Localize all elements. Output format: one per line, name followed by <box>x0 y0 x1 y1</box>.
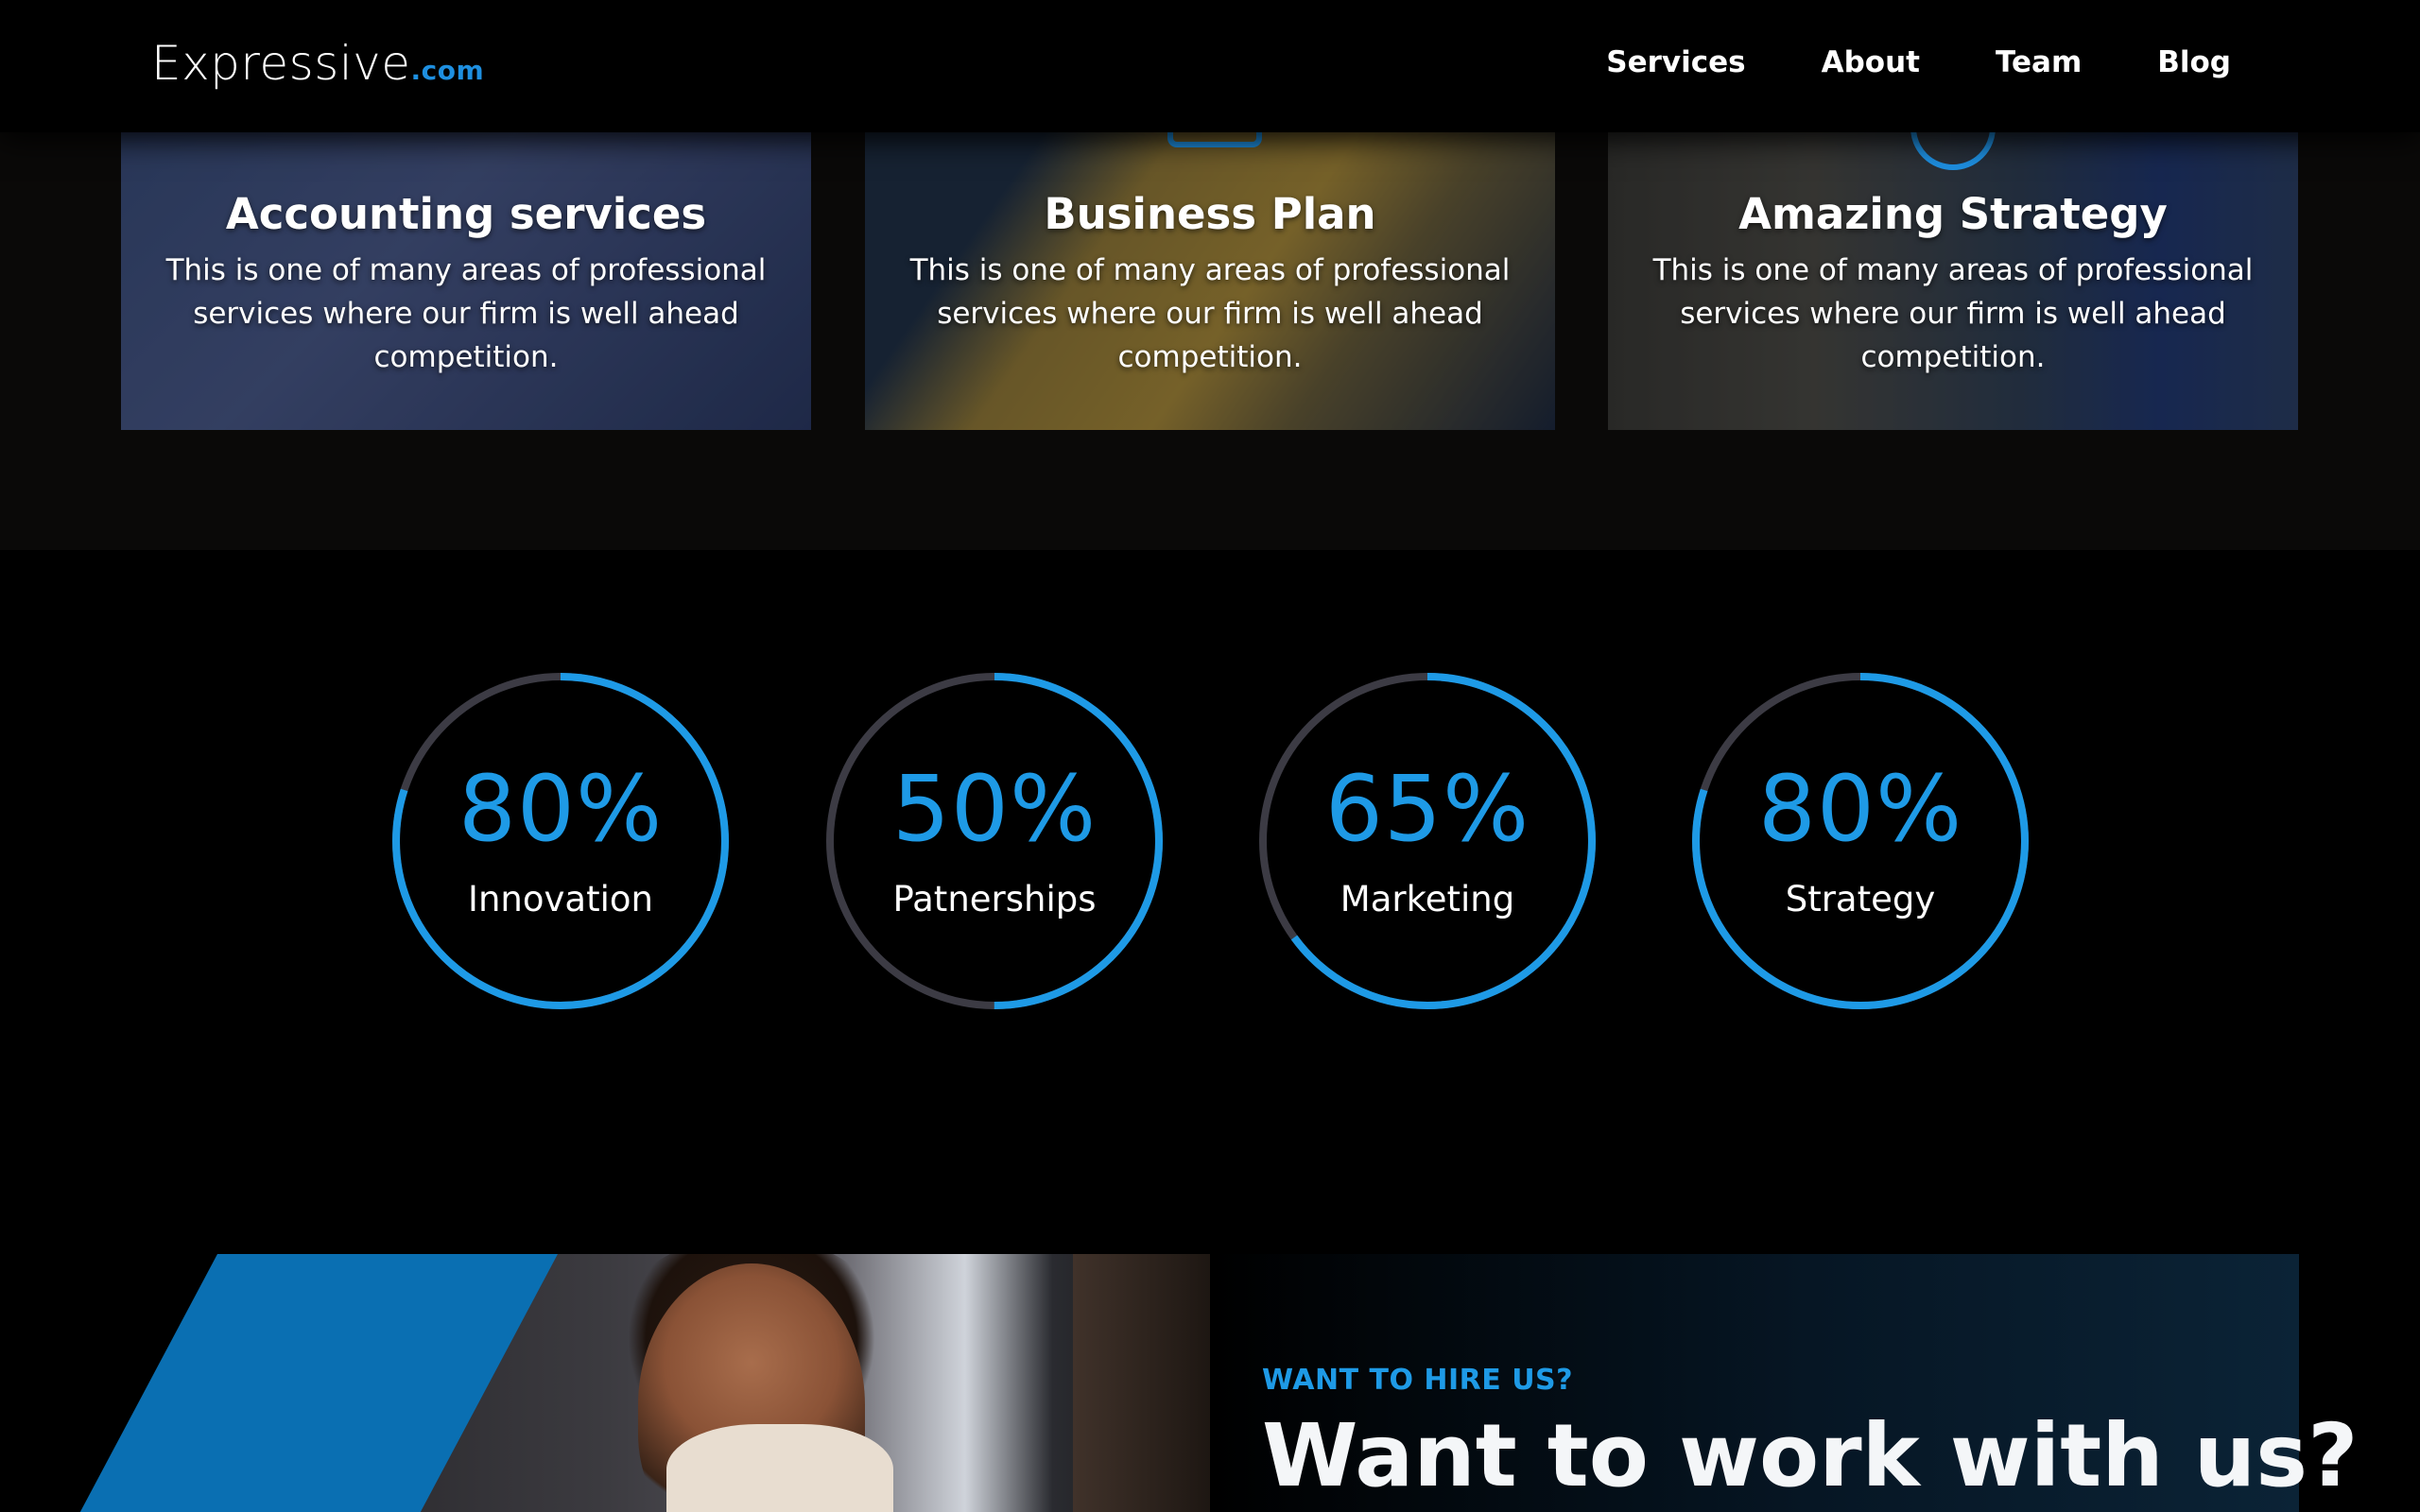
nav-link-team[interactable]: Team <box>1996 45 2082 79</box>
service-card-text: This is one of many areas of professiona… <box>165 253 767 374</box>
service-card-text: This is one of many areas of professiona… <box>909 253 1511 374</box>
stat-label: Strategy <box>1785 879 1936 919</box>
main-menu: Services About Team Blog <box>1606 45 2231 79</box>
brand-logo[interactable]: Expressive.com <box>151 36 484 91</box>
top-navbar: Expressive.com Services About Team Blog <box>0 0 2420 132</box>
brand-tld: .com <box>410 55 485 86</box>
hire-us-panel: WANT TO HIRE US? Want to work with us? <box>1210 1254 2358 1512</box>
services-section: Accounting services This is one of many … <box>0 132 2420 550</box>
stat-label: Innovation <box>468 879 653 919</box>
stat-value: 65% <box>1324 756 1530 862</box>
hire-us-eyebrow: WANT TO HIRE US? <box>1262 1364 1574 1397</box>
service-card-text: This is one of many areas of professiona… <box>1652 253 2254 374</box>
stat-label: Marketing <box>1340 879 1515 919</box>
hire-us-title: Want to work with us? <box>1262 1405 2359 1506</box>
nav-link-about[interactable]: About <box>1822 45 1920 79</box>
stat-label: Patnerships <box>892 879 1097 919</box>
service-card-accounting[interactable]: Accounting services This is one of many … <box>121 132 811 430</box>
stat-value: 80% <box>458 756 664 862</box>
stat-value: 80% <box>1757 756 1963 862</box>
service-card-business-plan[interactable]: Business Plan This is one of many areas … <box>865 132 1555 430</box>
decorative-stripe <box>79 1254 558 1512</box>
stat-circle-innovation: 80% Innovation <box>389 669 733 1013</box>
nav-link-services[interactable]: Services <box>1606 45 1745 79</box>
service-card-strategy[interactable]: Amazing Strategy This is one of many are… <box>1608 132 2298 430</box>
stripe-wrap <box>0 1254 1210 1512</box>
hire-us-section: WANT TO HIRE US? Want to work with us? <box>0 1254 2420 1512</box>
brand-name: Expressive <box>151 36 411 91</box>
nav-link-blog[interactable]: Blog <box>2157 45 2231 79</box>
stat-circle-strategy: 80% Strategy <box>1688 669 2032 1013</box>
service-card-title: Accounting services <box>225 189 707 239</box>
service-card-title: Business Plan <box>1044 189 1376 239</box>
stat-value: 50% <box>891 756 1098 862</box>
stat-circle-marketing: 65% Marketing <box>1255 669 1599 1013</box>
service-card-title: Amazing Strategy <box>1738 189 2168 239</box>
stat-circle-partnerships: 50% Patnerships <box>822 669 1167 1013</box>
stats-section: 80% Innovation 50% Patnerships 65% Marke… <box>0 550 2420 1211</box>
